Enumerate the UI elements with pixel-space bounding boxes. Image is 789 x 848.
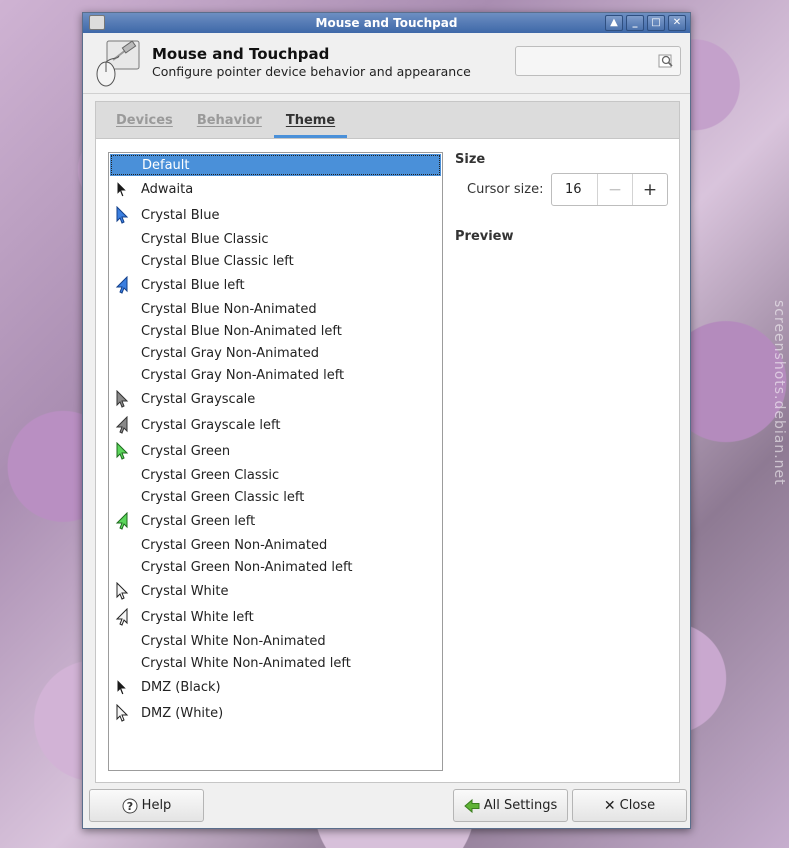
dialog-title: Mouse and Touchpad bbox=[152, 45, 330, 63]
theme-list-item[interactable]: Crystal Blue Classic bbox=[109, 228, 442, 250]
theme-name: Crystal Gray Non-Animated left bbox=[141, 367, 345, 383]
tab-bar: Devices Behavior Theme bbox=[96, 102, 679, 139]
white-arrow-cursor-icon bbox=[116, 582, 129, 600]
theme-name: Crystal White Non-Animated left bbox=[141, 655, 351, 671]
all-settings-label: All Settings bbox=[483, 798, 558, 813]
theme-list-item[interactable]: Default bbox=[110, 154, 441, 176]
minimize-icon[interactable]: _ bbox=[626, 15, 644, 31]
tabs-notebook: Devices Behavior Theme Default Adwaita Cry… bbox=[95, 101, 680, 783]
black-arrow-cursor-icon bbox=[116, 180, 129, 198]
help-label: Help bbox=[141, 798, 172, 813]
theme-name: Crystal Green Non-Animated left bbox=[141, 559, 353, 575]
increase-size-button[interactable]: + bbox=[632, 174, 667, 205]
theme-list-item[interactable]: Adwaita bbox=[109, 176, 442, 202]
size-section-title: Size bbox=[455, 152, 486, 167]
theme-name: Crystal White left bbox=[141, 609, 254, 625]
cursor-size-label: Cursor size: bbox=[467, 182, 544, 197]
theme-list-item[interactable]: Crystal Blue Non-Animated bbox=[109, 298, 442, 320]
theme-name: Crystal Blue Classic left bbox=[141, 253, 294, 269]
help-button[interactable]: ? Help bbox=[89, 789, 204, 822]
close-button[interactable]: ✕ Close bbox=[572, 789, 687, 822]
green-arrow-left-cursor-icon bbox=[115, 512, 128, 530]
dialog-header: Mouse and Touchpad Configure pointer dev… bbox=[83, 33, 690, 94]
theme-name: Crystal Grayscale bbox=[141, 391, 256, 407]
close-icon: ✕ bbox=[603, 797, 616, 814]
titlebar[interactable]: Mouse and Touchpad ▲ _ □ ✕ bbox=[83, 13, 690, 33]
gray-arrow-left-cursor-icon bbox=[115, 416, 128, 434]
tab-theme[interactable]: Theme bbox=[273, 102, 348, 138]
theme-name: Crystal Green left bbox=[141, 513, 256, 529]
tab-behavior[interactable]: Behavior bbox=[185, 102, 274, 138]
svg-text:?: ? bbox=[126, 800, 132, 813]
theme-name: Crystal Green bbox=[141, 443, 231, 459]
blue-arrow-cursor-icon bbox=[116, 206, 129, 224]
white-arrow-left-cursor-icon bbox=[115, 608, 128, 626]
app-icon[interactable] bbox=[89, 15, 105, 30]
back-arrow-icon bbox=[463, 798, 480, 813]
theme-name: Crystal Gray Non-Animated bbox=[141, 345, 319, 361]
close-label: Close bbox=[619, 798, 656, 813]
blue-arrow-left-cursor-icon bbox=[115, 276, 128, 294]
close-window-icon[interactable]: ✕ bbox=[668, 15, 686, 31]
theme-list-item[interactable]: Crystal White left bbox=[109, 604, 442, 630]
theme-name: Crystal White Non-Animated bbox=[141, 633, 326, 649]
maximize-icon[interactable]: □ bbox=[647, 15, 665, 31]
theme-list-item[interactable]: Crystal Grayscale left bbox=[109, 412, 442, 438]
theme-name: DMZ (Black) bbox=[141, 679, 221, 695]
theme-list-item[interactable]: Crystal Gray Non-Animated bbox=[109, 342, 442, 364]
help-icon: ? bbox=[122, 798, 138, 813]
decrease-size-button[interactable]: − bbox=[597, 174, 632, 205]
theme-list-item[interactable]: Crystal Green Non-Animated bbox=[109, 534, 442, 556]
theme-name: Crystal Blue Non-Animated left bbox=[141, 323, 342, 339]
theme-name: Adwaita bbox=[141, 181, 194, 197]
theme-list-item[interactable]: Crystal Blue Classic left bbox=[109, 250, 442, 272]
theme-name: Crystal Green Classic bbox=[141, 467, 280, 483]
theme-name: Crystal White bbox=[141, 583, 229, 599]
theme-list-item[interactable]: Crystal Green Non-Animated left bbox=[109, 556, 442, 578]
theme-list-item[interactable]: Crystal White bbox=[109, 578, 442, 604]
theme-name: Crystal Blue Non-Animated bbox=[141, 301, 317, 317]
green-arrow-cursor-icon bbox=[116, 442, 129, 460]
dialog-subtitle: Configure pointer device behavior and ap… bbox=[152, 64, 471, 79]
theme-list-item[interactable]: Crystal Gray Non-Animated left bbox=[109, 364, 442, 386]
theme-name: Default bbox=[142, 157, 190, 173]
theme-list[interactable]: Default Adwaita Crystal Blue Crystal Blue C… bbox=[108, 152, 443, 771]
watermark: screenshots.debian.net bbox=[771, 300, 787, 486]
theme-list-item[interactable]: Crystal Blue bbox=[109, 202, 442, 228]
mouse-touchpad-window: Mouse and Touchpad ▲ _ □ ✕ Mouse and Tou… bbox=[82, 12, 691, 829]
window-title: Mouse and Touchpad bbox=[315, 16, 458, 30]
theme-name: Crystal Blue bbox=[141, 207, 220, 223]
shade-up-icon[interactable]: ▲ bbox=[605, 15, 623, 31]
theme-list-item[interactable]: Crystal Green Classic left bbox=[109, 486, 442, 508]
theme-name: Crystal Blue left bbox=[141, 277, 245, 293]
search-field[interactable] bbox=[515, 46, 681, 76]
theme-list-item[interactable]: Crystal Blue left bbox=[109, 272, 442, 298]
theme-list-item[interactable]: Crystal Green Classic bbox=[109, 464, 442, 486]
tab-devices[interactable]: Devices bbox=[104, 102, 185, 138]
preview-section-title: Preview bbox=[455, 229, 514, 244]
theme-list-item[interactable]: Crystal Green left bbox=[109, 508, 442, 534]
theme-list-item[interactable]: Crystal White Non-Animated left bbox=[109, 652, 442, 674]
mouse-settings-icon bbox=[96, 40, 140, 87]
theme-name: Crystal Blue Classic bbox=[141, 231, 269, 247]
theme-list-item[interactable]: DMZ (Black) bbox=[109, 674, 442, 700]
black-arrow-cursor-icon bbox=[116, 678, 129, 696]
theme-options-pane: Size Cursor size: 16 − + Preview bbox=[455, 152, 670, 244]
theme-list-item[interactable]: Crystal Green bbox=[109, 438, 442, 464]
theme-name: Crystal Green Non-Animated bbox=[141, 537, 328, 553]
cursor-size-value[interactable]: 16 bbox=[552, 174, 597, 205]
theme-list-item[interactable]: DMZ (White) bbox=[109, 700, 442, 726]
theme-name: Crystal Green Classic left bbox=[141, 489, 305, 505]
theme-list-item[interactable]: Crystal Grayscale bbox=[109, 386, 442, 412]
theme-name: Crystal Grayscale left bbox=[141, 417, 281, 433]
search-icon[interactable] bbox=[658, 54, 674, 68]
theme-name: DMZ (White) bbox=[141, 705, 224, 721]
all-settings-button[interactable]: All Settings bbox=[453, 789, 568, 822]
white-arrow-cursor-icon bbox=[116, 704, 129, 722]
theme-list-item[interactable]: Crystal Blue Non-Animated left bbox=[109, 320, 442, 342]
gray-arrow-cursor-icon bbox=[116, 390, 129, 408]
theme-list-item[interactable]: Crystal White Non-Animated bbox=[109, 630, 442, 652]
cursor-size-stepper: 16 − + bbox=[551, 173, 668, 206]
